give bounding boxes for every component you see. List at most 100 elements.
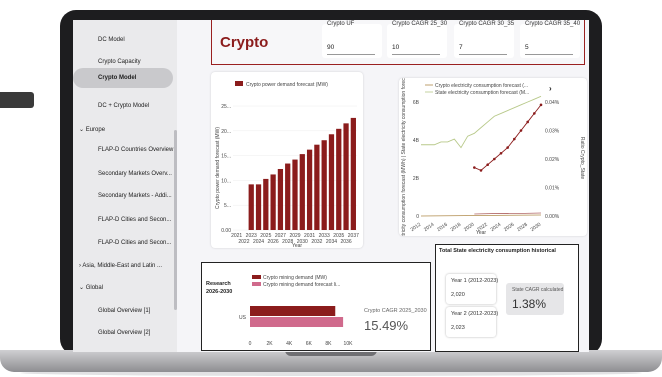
y-tick-label: 0.00	[221, 228, 231, 234]
bar	[270, 174, 276, 230]
state-consumption-line	[421, 95, 542, 149]
year2-value: 2,023	[451, 325, 465, 331]
legend-swatch	[252, 282, 261, 286]
external-device-handle	[0, 92, 34, 108]
x-axis-title: Year	[476, 230, 486, 236]
y2-tick-label: 0.02%	[545, 157, 560, 163]
year1-card[interactable]: Year 1 (2012-2023) 2,020	[446, 274, 499, 304]
legend-label: State electricity consumption forecast (…	[435, 90, 529, 96]
y-tick-label: 10...	[221, 178, 231, 184]
x-tick-label: 2028	[516, 222, 529, 233]
kpi-value: 10	[392, 44, 400, 51]
y-tick-label: 25...	[221, 104, 231, 110]
ratio-point	[486, 163, 489, 166]
electricity-consumption-line-chart: Crypto electricity consumption forecast …	[401, 55, 585, 261]
state-cagr-card[interactable]: State CAGR calculated 1.38%	[506, 283, 564, 315]
ratio-point	[473, 166, 476, 169]
bar	[285, 163, 291, 230]
kpi-underline	[392, 54, 440, 55]
state-cagr-label: State CAGR calculated	[512, 287, 564, 293]
mining-demand-bar-chart[interactable]: Crypto mining demand (MW)Crypto mining d…	[202, 263, 362, 350]
x-tick-label: 2034	[326, 239, 337, 245]
y-tick-label: 0	[416, 214, 419, 220]
kpi-label: Crypto CAGR 30_35	[459, 21, 515, 27]
bar	[350, 117, 356, 230]
y-axis-title: Crypto electricity consumption forecast …	[401, 78, 407, 236]
kpi-card-cagr-35-40[interactable]: Crypto CAGR 35_40 5	[520, 21, 581, 58]
bar	[255, 184, 262, 230]
bar	[314, 144, 320, 230]
sidebar-item[interactable]: ⌄ Global	[73, 284, 179, 292]
x-tick-label: 2024	[490, 222, 503, 233]
x-axis-title: Year	[292, 243, 302, 248]
ratio-point	[539, 103, 543, 107]
sidebar-item[interactable]: › Asia, Middle-East and Latin ...	[73, 262, 179, 270]
total-state-consumption-panel: Total State electricity consumption hist…	[435, 244, 579, 352]
y2-tick-label: 0.03%	[545, 129, 560, 135]
y2-tick-label: 0.04%	[545, 100, 560, 106]
kpi-value: 7	[459, 44, 463, 51]
x-tick-label: 2018	[450, 222, 463, 233]
x-tick-label: 6K	[306, 341, 313, 347]
legend-swatch	[252, 275, 261, 279]
legend-label: Crypto electricity consumption forecast …	[435, 83, 528, 89]
kpi-label: Crypto UF	[327, 21, 355, 27]
x-tick-label: 2012	[410, 222, 423, 233]
sidebar-item[interactable]: ⌄ Europe	[73, 126, 179, 134]
legend-label: Crypto power demand forecast (MW)	[246, 82, 328, 88]
x-tick-label: 8K	[325, 341, 332, 347]
y2-tick-label: 0.00%	[545, 214, 560, 220]
crypto-consumption-line	[420, 214, 542, 217]
bar	[306, 149, 313, 230]
bar	[336, 128, 342, 230]
x-tick-label: 2014	[423, 222, 436, 233]
kpi-card-cagr-30-35[interactable]: Crypto CAGR 30_35 7	[454, 21, 515, 58]
bar	[299, 154, 305, 230]
electricity-consumption-chart-card[interactable]: Crypto electricity consumption forecast …	[399, 55, 587, 261]
kpi-label: Crypto CAGR 35_40	[525, 21, 581, 27]
x-tick-label: 2016	[436, 222, 449, 233]
ratio-line	[474, 104, 542, 171]
y-tick-label: 6B	[413, 100, 420, 106]
kpi-underline	[327, 54, 375, 55]
page-title: Crypto	[220, 34, 269, 51]
bar	[250, 306, 336, 316]
x-tick-label: 2030	[530, 222, 543, 233]
x-tick-label: 2026	[268, 239, 279, 245]
total-panel-title: Total State electricity consumption hist…	[439, 248, 556, 254]
y-tick-label: 4B	[413, 138, 420, 144]
x-tick-label: 2037	[348, 233, 359, 239]
y2-tick-label: 0.01%	[545, 186, 560, 192]
sidebar-item[interactable]: Crypto Model	[73, 68, 173, 88]
x-tick-label: 0	[249, 341, 252, 347]
y-category-label: US	[239, 315, 247, 321]
bar	[343, 123, 349, 230]
kpi-card-cagr-25-30[interactable]: Crypto CAGR 25_30 10	[387, 21, 447, 58]
year1-label: Year 1 (2012-2023)	[451, 278, 499, 284]
crypto-forecast-line	[474, 212, 542, 215]
year2-label: Year 2 (2012-2023)	[451, 311, 499, 317]
ratio-point	[533, 112, 536, 115]
year1-value: 2,020	[451, 292, 465, 298]
legend-swatch	[235, 81, 243, 86]
chart-next-arrow-icon: ›	[549, 84, 552, 93]
page-navigation-sidebar: DC Model Crypto Capacity Crypto Model DC + …	[73, 20, 177, 352]
y-tick-label: 15...	[221, 154, 231, 160]
bar	[277, 168, 284, 230]
ratio-point	[513, 137, 516, 141]
x-tick-label: 2K	[267, 341, 274, 347]
kpi-value: 5	[525, 44, 529, 51]
research-cagr-label: Crypto CAGR 2025_2030	[364, 308, 427, 314]
bar	[328, 134, 335, 230]
research-cagr-value: 15.49%	[364, 318, 409, 333]
x-tick-label: 10K	[344, 341, 354, 347]
x-tick-label: 2020	[463, 222, 476, 233]
y-tick-label: 20...	[221, 129, 231, 135]
power-demand-chart-card[interactable]: Crypto power demand forecast (MW) 0.00 5..…	[211, 72, 363, 249]
legend-label: Crypto mining demand (MW)	[263, 275, 327, 281]
ratio-point	[519, 129, 523, 132]
y-tick-label: 5...	[224, 203, 231, 209]
kpi-card-crypto-uf[interactable]: Crypto UF 90	[322, 21, 382, 58]
year2-card[interactable]: Year 2 (2012-2023) 2,023	[446, 307, 499, 337]
bar	[263, 178, 269, 230]
